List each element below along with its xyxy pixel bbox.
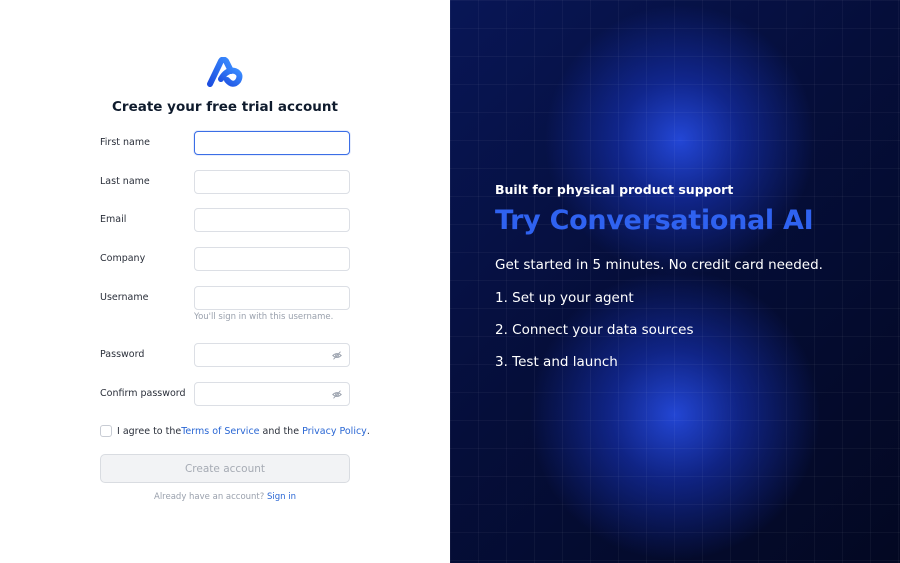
agree-middle: and the	[259, 425, 303, 437]
confirm-password-input[interactable]	[195, 384, 349, 407]
last-name-field[interactable]	[194, 170, 350, 195]
promo-eyebrow: Built for physical product support	[495, 182, 734, 197]
eye-slash-icon[interactable]	[332, 390, 342, 399]
promo-step: 3. Test and launch	[495, 354, 618, 370]
password-input[interactable]	[195, 345, 349, 368]
username-label: Username	[100, 292, 149, 303]
brand-logo-icon	[207, 57, 243, 87]
terms-agreement: I agree to the Terms of Service and the …	[100, 425, 370, 437]
email-label: Email	[100, 214, 127, 225]
sign-in-link[interactable]: Sign in	[267, 492, 296, 502]
email-input[interactable]	[195, 210, 349, 233]
company-field[interactable]	[194, 247, 350, 272]
first-name-label: First name	[100, 137, 150, 148]
company-input[interactable]	[195, 249, 349, 272]
first-name-input[interactable]	[195, 133, 349, 156]
username-input[interactable]	[195, 288, 349, 311]
signin-prompt: Already have an account? Sign in	[0, 492, 450, 502]
agree-suffix: .	[366, 425, 370, 437]
email-field[interactable]	[194, 208, 350, 233]
signin-prompt-text: Already have an account?	[154, 492, 267, 502]
last-name-input[interactable]	[195, 172, 349, 195]
promo-step: 2. Connect your data sources	[495, 322, 694, 338]
promo-panel: Built for physical product support Try C…	[450, 0, 900, 563]
agree-prefix: I agree to the	[117, 425, 182, 437]
password-label: Password	[100, 349, 145, 360]
username-field[interactable]	[194, 286, 350, 311]
promo-step: 1. Set up your agent	[495, 290, 634, 306]
password-field[interactable]	[194, 343, 350, 368]
company-label: Company	[100, 253, 146, 264]
grid-background	[450, 0, 900, 563]
username-hint: You'll sign in with this username.	[194, 312, 334, 322]
terms-of-service-link[interactable]: Terms of Service	[181, 426, 259, 437]
eye-slash-icon[interactable]	[332, 351, 342, 360]
first-name-field[interactable]	[194, 131, 350, 156]
promo-subtext: Get started in 5 minutes. No credit card…	[495, 257, 823, 273]
page-title: Create your free trial account	[112, 99, 338, 115]
confirm-password-label: Confirm password	[100, 388, 186, 399]
confirm-password-field[interactable]	[194, 382, 350, 407]
agree-checkbox[interactable]	[100, 425, 112, 437]
last-name-label: Last name	[100, 176, 150, 187]
create-account-button[interactable]: Create account	[100, 454, 350, 483]
promo-headline: Try Conversational AI	[495, 205, 814, 236]
privacy-policy-link[interactable]: Privacy Policy	[302, 426, 367, 437]
signup-panel: Create your free trial account First nam…	[0, 0, 450, 563]
